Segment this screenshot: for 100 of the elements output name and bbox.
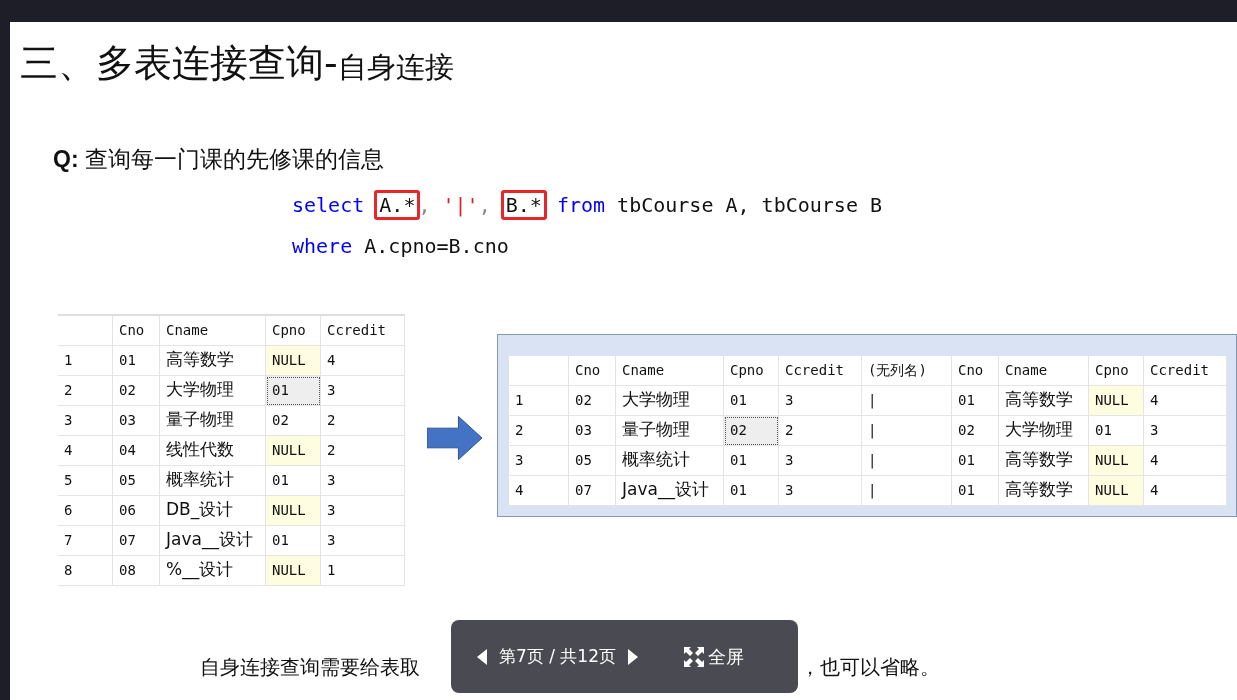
- table-cell: 3: [779, 385, 862, 416]
- table-cell: 高等数学: [999, 475, 1089, 506]
- table-cell: 大学物理: [999, 415, 1089, 446]
- table-cell: NULL: [266, 555, 321, 586]
- question-text: 查询每一门课的先修课的信息: [84, 145, 384, 174]
- column-header: Ccredit: [327, 320, 386, 340]
- table-cell: 01: [266, 525, 321, 556]
- page-indicator: 第7页 / 共12页: [499, 644, 616, 668]
- table-cell: 3: [779, 475, 862, 506]
- table-cell: 01: [724, 475, 779, 506]
- table-cell: 1: [321, 555, 405, 586]
- table-cell: 3: [1144, 415, 1227, 446]
- table-cell: NULL: [1089, 445, 1144, 476]
- previous-page-button[interactable]: [475, 646, 489, 667]
- table-cell: 02: [724, 415, 779, 446]
- table-cell: 8: [58, 555, 113, 586]
- expand-icon: [684, 646, 704, 667]
- table-cell: 3: [509, 445, 569, 476]
- table-cell: 1: [58, 345, 113, 376]
- table-cell: |: [862, 385, 952, 416]
- table-cell: 4: [1144, 475, 1227, 506]
- table-cell: 3: [321, 495, 405, 526]
- table-cell: |: [862, 445, 952, 476]
- table-cell: 高等数学: [999, 445, 1089, 476]
- column-header: Cno: [575, 360, 601, 380]
- column-header: Cname: [1005, 360, 1048, 380]
- table-cell: 2: [321, 405, 405, 436]
- table-cell: 06: [113, 495, 160, 526]
- right-triangle-icon: [628, 648, 638, 665]
- table-cell: 概率统计: [160, 465, 266, 496]
- table-cell: Java__设计: [160, 525, 266, 556]
- table-cell: NULL: [266, 495, 321, 526]
- table-cell: 3: [779, 445, 862, 476]
- table-cell: 01: [952, 475, 999, 506]
- column-header: (无列名): [868, 360, 927, 380]
- table-cell: 05: [569, 445, 616, 476]
- column-header: Cname: [166, 320, 209, 340]
- table-cell: NULL: [266, 345, 321, 376]
- slide-title: 三、多表连接查询-: [20, 44, 338, 82]
- table-cell: 2: [58, 375, 113, 406]
- table-cell: 01: [113, 345, 160, 376]
- table-cell: 3: [321, 375, 405, 406]
- table-cell: NULL: [1089, 385, 1144, 416]
- table-cell: |: [862, 415, 952, 446]
- table-cell: 04: [113, 435, 160, 466]
- table-cell: 05: [113, 465, 160, 496]
- left-triangle-icon: [477, 648, 487, 665]
- note-text: 自身连接查询需要给表取: [200, 654, 421, 681]
- table-cell: 03: [113, 405, 160, 436]
- table-cell: NULL: [266, 435, 321, 466]
- table-cell: 5: [58, 465, 113, 496]
- table-cell: 4: [1144, 385, 1227, 416]
- column-header: Ccredit: [785, 360, 844, 380]
- table-cell: 1: [509, 385, 569, 416]
- column-header: Cno: [119, 320, 145, 340]
- table-cell: 6: [58, 495, 113, 526]
- code-line: select A.*, '|', B.* from tbCourse A, tbCourse B: [292, 184, 1237, 226]
- table-cell: 大学物理: [160, 375, 266, 406]
- column-header: Cpno: [272, 320, 306, 340]
- column-header: Cname: [622, 360, 665, 380]
- table-cell: 线性代数: [160, 435, 266, 466]
- code-line: where A.cpno=B.cno: [292, 232, 510, 260]
- table-cell: 2: [779, 415, 862, 446]
- column-header: Cpno: [1095, 360, 1129, 380]
- table-cell: 3: [321, 465, 405, 496]
- column-header: Cpno: [730, 360, 764, 380]
- table-cell: 高等数学: [999, 385, 1089, 416]
- column-header: Ccredit: [1150, 360, 1209, 380]
- table-cell: 3: [321, 525, 405, 556]
- table-cell: 01: [266, 465, 321, 496]
- table-cell: 01: [266, 375, 321, 406]
- table-cell: 概率统计: [616, 445, 724, 476]
- table-cell: 08: [113, 555, 160, 586]
- table-cell: DB_设计: [160, 495, 266, 526]
- table-cell: 7: [58, 525, 113, 556]
- table-cell: %__设计: [160, 555, 266, 586]
- table-cell: 02: [569, 385, 616, 416]
- table-cell: 大学物理: [616, 385, 724, 416]
- table-cell: 量子物理: [616, 415, 724, 446]
- table-cell: 4: [321, 345, 405, 376]
- table-cell: 4: [1144, 445, 1227, 476]
- table-cell: 4: [509, 475, 569, 506]
- table-cell: 07: [113, 525, 160, 556]
- table-cell: 2: [509, 415, 569, 446]
- next-page-button[interactable]: [626, 646, 640, 667]
- table-cell: 07: [569, 475, 616, 506]
- table-cell: 01: [724, 385, 779, 416]
- table-cell: 4: [58, 435, 113, 466]
- table-cell: 02: [266, 405, 321, 436]
- table-cell: 01: [952, 385, 999, 416]
- table-cell: 01: [724, 445, 779, 476]
- table-cell: 03: [569, 415, 616, 446]
- table-cell: 高等数学: [160, 345, 266, 376]
- question-label: Q:: [53, 145, 79, 174]
- table-cell: 01: [1089, 415, 1144, 446]
- table-cell: NULL: [1089, 475, 1144, 506]
- table-cell: 3: [58, 405, 113, 436]
- note-text: ，也可以省略。: [800, 654, 940, 681]
- right-arrow-icon: [427, 415, 482, 460]
- fullscreen-button[interactable]: 全屏: [684, 643, 744, 670]
